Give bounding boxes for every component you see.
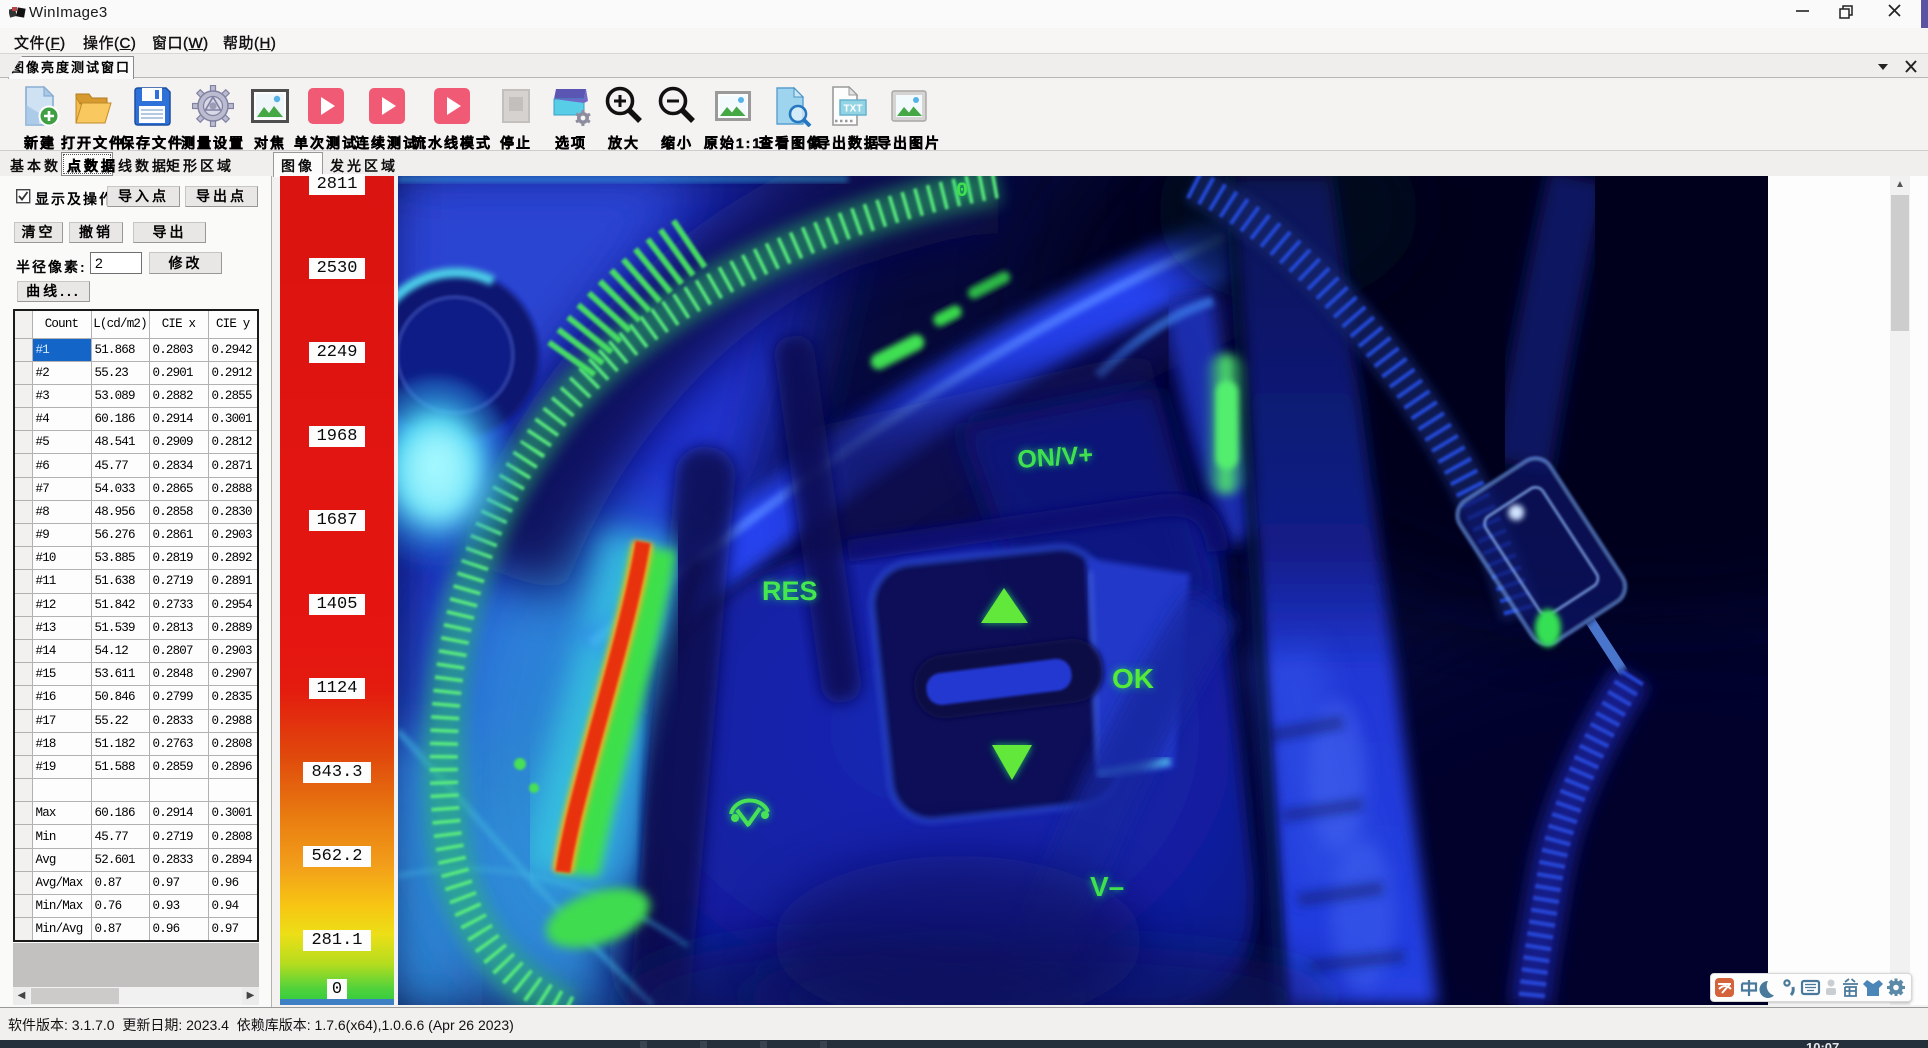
svg-text:ON/V+: ON/V+ [1016, 441, 1094, 474]
svg-text:V–: V– [1090, 871, 1124, 902]
svg-text:0: 0 [956, 180, 968, 203]
svg-text:OK: OK [1112, 663, 1154, 694]
svg-text:RES: RES [762, 576, 818, 606]
svg-text:TXT: TXT [844, 104, 863, 115]
